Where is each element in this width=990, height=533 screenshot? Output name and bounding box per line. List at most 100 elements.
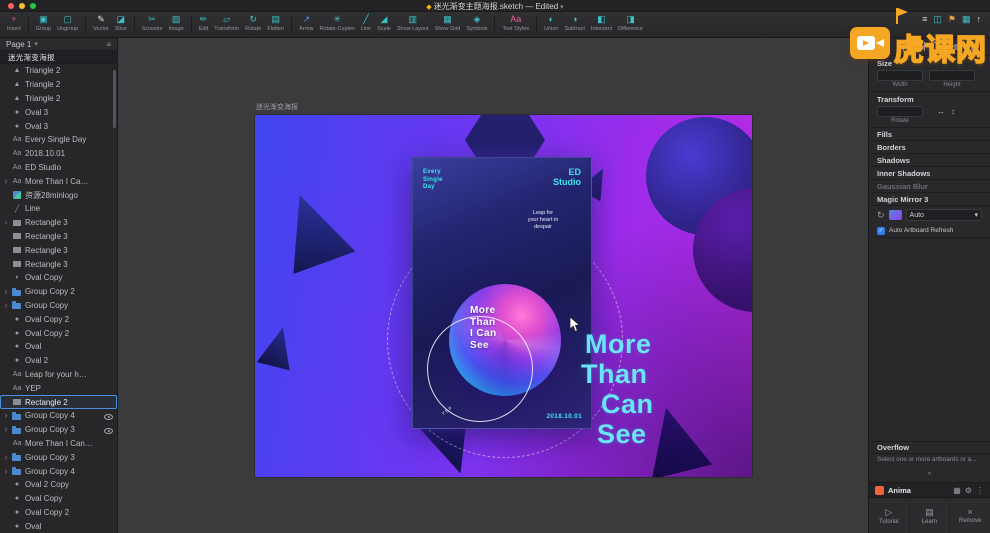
layer-row-rectangle-3[interactable]: Rectangle 3 bbox=[0, 257, 117, 271]
layer-row-line[interactable]: ╱ Line bbox=[0, 202, 117, 216]
magic-mirror-section[interactable]: Magic Mirror 3 bbox=[869, 193, 990, 206]
layer-row-every-single-day[interactable]: Aa Every Single Day bbox=[0, 133, 117, 147]
layer-row-rectangle-3[interactable]: Rectangle 3 bbox=[0, 230, 117, 244]
layer-artboard-row[interactable]: 迷光渐变海报 bbox=[0, 51, 117, 64]
layer-row-more-than-i-can[interactable]: Aa More Than I Can… bbox=[0, 437, 117, 451]
poster-series-text[interactable]: Every Single Day bbox=[423, 169, 443, 192]
layer-row-oval-2[interactable]: ● Oval 2 bbox=[0, 354, 117, 368]
layer-row-group-copy-3[interactable]: › Group Copy 3 bbox=[0, 450, 117, 464]
layer-row-oval-copy[interactable]: ◗ Oval Copy bbox=[0, 271, 117, 285]
toolbar-subtract-button[interactable]: ◑ Subtract bbox=[564, 14, 584, 32]
flip-vertical-icon[interactable]: ↕ bbox=[951, 107, 955, 116]
refresh-icon[interactable]: ↻ bbox=[877, 210, 885, 221]
layer-row-group-copy[interactable]: › Group Copy bbox=[0, 299, 117, 313]
layer-row-oval-3[interactable]: ● Oval 3 bbox=[0, 119, 117, 133]
expand-chevron-icon[interactable]: › bbox=[3, 176, 9, 186]
toolbar-rotate-copies-button[interactable]: ✳ Rotate-Copies bbox=[320, 14, 355, 32]
toolbar-show-grid-button[interactable]: ▦ Show Grid bbox=[435, 14, 461, 32]
collapse-chevron-icon[interactable]: ^ bbox=[869, 472, 990, 482]
page-selector[interactable]: Page 1 ▾ ≡ bbox=[0, 38, 117, 51]
tutorial-button[interactable]: ▷ Tutorial bbox=[869, 498, 909, 533]
layer-row-rectangle-3[interactable]: Rectangle 3 bbox=[0, 243, 117, 257]
width-input[interactable] bbox=[877, 70, 923, 81]
expand-chevron-icon[interactable]: › bbox=[3, 425, 9, 434]
rotate-input[interactable] bbox=[877, 106, 923, 117]
toolbar-difference-button[interactable]: ◨ Difference bbox=[618, 14, 643, 32]
layer-row-oval-copy[interactable]: ● Oval Copy bbox=[0, 492, 117, 506]
artboard-title-label[interactable]: 迷光渐变海报 bbox=[256, 102, 298, 112]
grid-icon[interactable]: ▦ bbox=[953, 486, 961, 495]
layer-row-2018-10-01[interactable]: Aa 2018.10.01 bbox=[0, 147, 117, 161]
remove-button[interactable]: × Remove bbox=[949, 498, 990, 533]
toolbar-ungroup-button[interactable]: ▢ Ungroup bbox=[57, 14, 78, 32]
toolbar-scale-button[interactable]: ◢ Scale bbox=[377, 14, 391, 32]
poster-tagline-text[interactable]: Leap for your heart in despair bbox=[505, 210, 581, 231]
flip-horizontal-icon[interactable]: ↔ bbox=[937, 107, 945, 116]
toolbar-vector-button[interactable]: ✎ Vector bbox=[93, 14, 109, 32]
toolbar-insert-button[interactable]: + Insert bbox=[7, 14, 21, 32]
toolbar-rotate-button[interactable]: ↻ Rotate bbox=[245, 14, 261, 32]
toolbar-group-button[interactable]: ▣ Group bbox=[36, 14, 51, 32]
toolbar-text-styles-button[interactable]: Aa Text Styles bbox=[502, 14, 529, 32]
toolbar-image-button[interactable]: ▨ Image bbox=[168, 14, 183, 32]
layer-row-oval-copy-2[interactable]: ● Oval Copy 2 bbox=[0, 326, 117, 340]
section-gaussian-blur[interactable]: Gaussian Blur bbox=[869, 180, 990, 193]
section-inner-shadows[interactable]: Inner Shadows bbox=[869, 167, 990, 180]
layer-row-triangle-2[interactable]: ▲ Triangle 2 bbox=[0, 64, 117, 78]
layer-row-oval-copy-2[interactable]: ● Oval Copy 2 bbox=[0, 506, 117, 520]
layer-row-yep[interactable]: Aa YEP bbox=[0, 381, 117, 395]
artboard[interactable]: Every Single Day ED Studio Leap for your hea… bbox=[255, 115, 752, 477]
toolbar-slice-button[interactable]: ◪ Slice bbox=[115, 14, 127, 32]
toolbar-flatten-button[interactable]: ▤ Flatten bbox=[267, 14, 284, 32]
overflow-section[interactable]: Overflow bbox=[869, 441, 990, 454]
toolbar-show-layout-button[interactable]: ▥ Show Layout bbox=[397, 14, 429, 32]
layer-row-group-copy-2[interactable]: › Group Copy 2 bbox=[0, 285, 117, 299]
section-borders[interactable]: Borders bbox=[869, 141, 990, 154]
section-fills[interactable]: Fills bbox=[869, 128, 990, 141]
expand-chevron-icon[interactable]: › bbox=[3, 411, 9, 420]
auto-refresh-checkbox[interactable]: ✓ bbox=[877, 226, 885, 235]
big-headline-text[interactable]: More Than Can See bbox=[581, 329, 654, 449]
layer-row-oval-3[interactable]: ● Oval 3 bbox=[0, 105, 117, 119]
more-icon[interactable]: ⋮ bbox=[976, 486, 984, 495]
title-chevron-icon[interactable]: ▾ bbox=[560, 4, 564, 11]
toolbar-transform-button[interactable]: ▱ Transform bbox=[214, 14, 239, 32]
height-input[interactable] bbox=[929, 70, 975, 81]
layer-row-oval[interactable]: ● Oval bbox=[0, 519, 117, 533]
layers-scrollbar[interactable] bbox=[113, 70, 116, 128]
expand-chevron-icon[interactable]: › bbox=[3, 452, 9, 462]
toolbar-symbols-button[interactable]: ◈ Symbols bbox=[466, 14, 487, 32]
gear-icon[interactable]: ⚙ bbox=[965, 486, 972, 495]
canvas[interactable]: 迷光渐变海报 Every Single Day ED Studio Leap for y… bbox=[119, 38, 868, 533]
layer-row-28minlogo[interactable]: 资源28minlogo bbox=[0, 188, 117, 202]
toolbar-intersect-button[interactable]: ◧ Intersect bbox=[591, 14, 612, 32]
poster-headline-text[interactable]: More Than I Can See bbox=[470, 305, 496, 351]
visibility-eye-icon[interactable] bbox=[104, 412, 113, 420]
layer-row-rectangle-2[interactable]: Rectangle 2 bbox=[0, 395, 117, 409]
expand-chevron-icon[interactable]: › bbox=[3, 287, 9, 296]
layer-row-rectangle-3[interactable]: › Rectangle 3 bbox=[0, 216, 117, 230]
mirror-mode-select[interactable]: Auto ▾ bbox=[905, 209, 982, 221]
toolbar-union-button[interactable]: ◐ Union bbox=[544, 14, 558, 32]
layer-row-oval-copy-2[interactable]: ● Oval Copy 2 bbox=[0, 312, 117, 326]
toolbar-line-button[interactable]: ╱ Line bbox=[361, 14, 371, 32]
page-list-icon[interactable]: ≡ bbox=[106, 40, 111, 49]
layer-row-group-copy-3[interactable]: › Group Copy 3 bbox=[0, 423, 117, 437]
visibility-eye-icon[interactable] bbox=[104, 426, 113, 434]
layer-row-more-than-i-ca[interactable]: › Aa More Than I Ca… bbox=[0, 174, 117, 188]
learn-button[interactable]: ▤ Learn bbox=[908, 498, 950, 533]
layer-row-triangle-2[interactable]: ▲ Triangle 2 bbox=[0, 78, 117, 92]
poster-date-text[interactable]: 2018.10.01 bbox=[546, 413, 582, 420]
toolbar-edit-button[interactable]: ✏ Edit bbox=[199, 14, 208, 32]
poster[interactable]: Every Single Day ED Studio Leap for your hea… bbox=[412, 157, 592, 429]
expand-chevron-icon[interactable]: › bbox=[3, 300, 9, 310]
layer-row-group-copy-4[interactable]: › Group Copy 4 bbox=[0, 409, 117, 423]
expand-chevron-icon[interactable]: › bbox=[3, 466, 9, 476]
layer-row-ed-studio[interactable]: Aa ED Studio bbox=[0, 161, 117, 175]
layer-row-oval[interactable]: ● Oval bbox=[0, 340, 117, 354]
layer-row-triangle-2[interactable]: ▲ Triangle 2 bbox=[0, 92, 117, 106]
section-shadows[interactable]: Shadows bbox=[869, 154, 990, 167]
toolbar-arrow-button[interactable]: ↗ Arrow bbox=[299, 14, 313, 32]
expand-chevron-icon[interactable]: › bbox=[3, 218, 9, 227]
toolbar-scissors-button[interactable]: ✂ Scissors bbox=[142, 14, 163, 32]
